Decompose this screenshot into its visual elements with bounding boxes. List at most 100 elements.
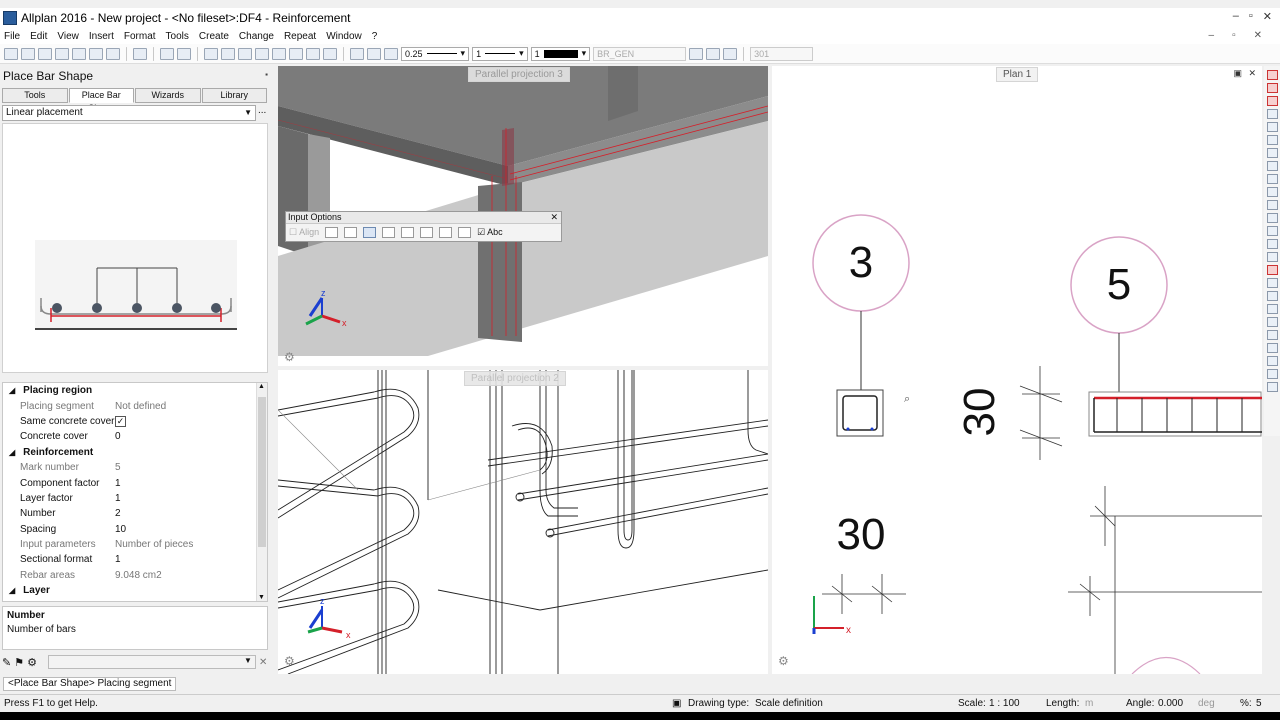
dots-icon[interactable] <box>458 227 472 238</box>
prop-layer-factor[interactable]: Layer factor 1 <box>3 491 267 506</box>
viewport-settings-icon[interactable]: ⚙ <box>284 350 295 364</box>
viewport-maximize-icon[interactable]: ▣ <box>1233 68 1242 79</box>
layer-select[interactable]: BR_GEN <box>593 46 687 61</box>
scroll-down-icon[interactable]: ▼ <box>258 594 265 601</box>
copy-icon[interactable] <box>1266 161 1278 171</box>
settings-icon[interactable]: ⚙ <box>27 656 37 669</box>
pen-tool-icon[interactable] <box>367 47 381 60</box>
stair-icon[interactable] <box>1266 135 1278 145</box>
open-fileset-icon[interactable] <box>38 47 52 60</box>
label-icon[interactable] <box>1266 382 1278 392</box>
new-file-icon[interactable] <box>4 47 18 60</box>
angle-icon[interactable] <box>1266 122 1278 132</box>
prop-component-factor[interactable]: Component factor 1 <box>3 475 267 490</box>
line-icon[interactable] <box>1266 278 1278 288</box>
table-icon[interactable] <box>238 47 252 60</box>
single-placement-icon[interactable] <box>382 227 396 238</box>
start-offset-icon[interactable] <box>401 227 415 238</box>
line-type-select[interactable]: 1 ▾ <box>472 46 528 61</box>
macro-icon[interactable] <box>1266 369 1278 379</box>
close-button[interactable]: ✕ <box>1263 10 1272 23</box>
dimension-icon[interactable] <box>1266 304 1278 314</box>
bar-mark-5[interactable]: 5 <box>1107 260 1131 310</box>
drawing-type-icon[interactable]: ▣ <box>672 698 681 709</box>
bars-icon[interactable] <box>1266 148 1278 158</box>
menu-view[interactable]: View <box>57 31 79 42</box>
menu-change[interactable]: Change <box>239 31 274 42</box>
pencil-icon[interactable]: ✎ <box>2 656 11 669</box>
prop-input-parameters[interactable]: Input parameters Number of pieces <box>3 537 267 552</box>
same-cover-checkbox[interactable]: ✓ <box>115 415 126 427</box>
zoom-icon[interactable] <box>323 47 337 60</box>
undo-icon[interactable] <box>160 47 174 60</box>
viewport-plan-1[interactable]: x ⌕ 3 5 30 30 Plan 1 ✕ ▣ ⚙ <box>772 66 1262 674</box>
percent-value[interactable]: 5 <box>1256 698 1262 709</box>
redo-icon[interactable] <box>177 47 191 60</box>
mirror-icon[interactable] <box>1266 174 1278 184</box>
format-painter-icon[interactable] <box>350 47 364 60</box>
menu-insert[interactable]: Insert <box>89 31 114 42</box>
symbol-icon[interactable] <box>1266 356 1278 366</box>
fill-icon[interactable] <box>1266 343 1278 353</box>
menu-window[interactable]: Window <box>326 31 362 42</box>
group-placing-region[interactable]: ◢ Placing region <box>3 383 267 398</box>
prop-spacing[interactable]: Spacing 10 <box>3 522 267 537</box>
blank-icon[interactable] <box>439 227 453 238</box>
maximize-button[interactable]: ▫ <box>1249 10 1253 23</box>
tab-wizards[interactable]: Wizards <box>135 88 201 103</box>
parallel-placement-icon[interactable] <box>363 227 377 238</box>
open-project-icon[interactable] <box>21 47 35 60</box>
arc-icon[interactable] <box>1266 291 1278 301</box>
grid-icon[interactable] <box>221 47 235 60</box>
tab-library[interactable]: Library <box>201 88 267 103</box>
pen-thickness-select[interactable]: 0.25 ▾ <box>401 46 470 61</box>
close-icon[interactable]: ✕ <box>550 212 558 223</box>
minimize-button[interactable]: – <box>1233 10 1239 23</box>
stack-icon[interactable] <box>1266 187 1278 197</box>
pin-icon[interactable]: ▪ <box>265 70 268 79</box>
drawing-type-value[interactable]: Scale definition <box>755 698 823 709</box>
align-bars-icon[interactable] <box>344 227 358 238</box>
print-icon[interactable] <box>1266 239 1278 249</box>
prop-sectional-format[interactable]: Sectional format 1 <box>3 552 267 567</box>
layer-visibility-icon[interactable] <box>706 47 721 60</box>
menu-file[interactable]: File <box>4 31 20 42</box>
mdi-minimize-button[interactable]: – <box>1209 30 1215 41</box>
camera-icon[interactable] <box>1266 226 1278 236</box>
menu-repeat[interactable]: Repeat <box>284 31 316 42</box>
export-icon[interactable] <box>89 47 103 60</box>
prop-placing-segment[interactable]: Placing segment Not defined <box>3 398 267 413</box>
refresh-icon[interactable] <box>55 47 69 60</box>
layers-icon[interactable] <box>1266 213 1278 223</box>
reverse-direction-icon[interactable] <box>325 227 339 238</box>
align-checkbox[interactable]: ☐ Align <box>289 227 319 238</box>
view-cube-icon[interactable] <box>306 47 320 60</box>
draw-tool-icon[interactable] <box>1266 70 1278 80</box>
close-icon[interactable]: ✕ <box>259 657 267 668</box>
save-icon[interactable] <box>72 47 86 60</box>
grid-icon[interactable] <box>1266 200 1278 210</box>
length-unit[interactable]: m <box>1085 698 1093 709</box>
menu-tools[interactable]: Tools <box>166 31 189 42</box>
tab-place-bar-shape[interactable]: Place Bar Shape <box>68 88 134 113</box>
prop-number[interactable]: Number 2 <box>3 506 267 521</box>
scale-value[interactable]: 1 : 100 <box>989 698 1020 709</box>
pattern-select[interactable]: 301 <box>750 46 814 61</box>
layer-settings-icon[interactable] <box>689 47 704 60</box>
layout-icon[interactable] <box>204 47 218 60</box>
prop-concrete-cover[interactable]: Concrete cover 0 <box>3 429 267 444</box>
mdi-close-button[interactable]: ✕ <box>1254 30 1262 41</box>
prop-mark-number[interactable]: Mark number 5 <box>3 460 267 475</box>
print-icon[interactable] <box>133 47 147 60</box>
menu-help[interactable]: ? <box>372 31 378 42</box>
hatch-icon[interactable] <box>1266 330 1278 340</box>
measure-icon[interactable] <box>1266 96 1278 106</box>
favorites-select[interactable]: ▼ <box>47 655 256 669</box>
viewport-settings-icon[interactable]: ⚙ <box>778 654 789 668</box>
color-select[interactable]: 1 ▾ <box>530 46 591 61</box>
favorites-icon[interactable]: ⚑ <box>14 656 24 669</box>
viewport-settings-icon[interactable]: ⚙ <box>284 654 295 668</box>
end-offset-icon[interactable] <box>420 227 434 238</box>
menu-format[interactable]: Format <box>124 31 156 42</box>
menu-create[interactable]: Create <box>199 31 229 42</box>
